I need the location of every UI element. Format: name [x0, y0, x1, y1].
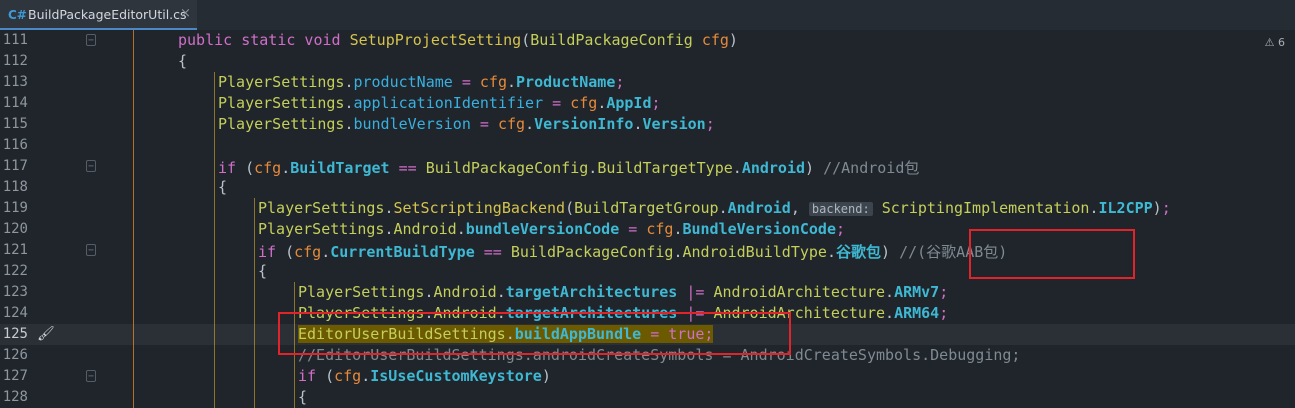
code-editor[interactable]: ⚠ 6 111 − public static void SetupProjec…: [0, 30, 1295, 408]
annotation-box: [278, 312, 791, 355]
code-text: {: [298, 388, 308, 406]
line-number: 116: [2, 137, 28, 153]
code-text: {: [258, 262, 268, 280]
inlay-hint: backend:: [808, 202, 873, 216]
line-number: 120: [2, 221, 28, 237]
code-text: public static void SetupProjectSetting(B…: [178, 31, 738, 49]
code-text: {: [218, 178, 228, 196]
code-line: 115 PlayerSettings.bundleVersion = cfg.V…: [0, 114, 1295, 135]
code-comment: //Android包: [823, 159, 920, 177]
code-text: PlayerSettings.Android.targetArchitectur…: [298, 283, 949, 301]
line-number: 113: [2, 74, 28, 90]
code-line: 118 {: [0, 177, 1295, 198]
code-line: 123 PlayerSettings.Android.targetArchite…: [0, 282, 1295, 303]
line-number: 119: [2, 200, 28, 216]
code-text: {: [178, 52, 188, 70]
csharp-file-icon: C#: [8, 8, 27, 22]
code-text: PlayerSettings.applicationIdentifier = c…: [218, 94, 661, 112]
code-text: if (cfg.BuildTarget == BuildPackageConfi…: [218, 159, 920, 177]
fold-icon[interactable]: −: [86, 34, 96, 46]
fold-icon[interactable]: −: [86, 160, 96, 172]
code-line: 113 PlayerSettings.productName = cfg.Pro…: [0, 72, 1295, 93]
code-line: 111 − public static void SetupProjectSet…: [0, 30, 1295, 51]
code-line: 112 {: [0, 51, 1295, 72]
line-number: 126: [2, 347, 28, 363]
line-number: 125: [2, 326, 28, 342]
code-line: 117 − if (cfg.BuildTarget == BuildPackag…: [0, 156, 1295, 177]
line-number: 112: [2, 53, 28, 69]
fold-icon[interactable]: −: [86, 244, 96, 256]
close-icon[interactable]: ×: [180, 6, 191, 21]
line-number: 111: [2, 32, 28, 48]
line-number: 117: [2, 158, 28, 174]
code-text: if (cfg.CurrentBuildType == BuildPackage…: [258, 243, 1008, 261]
annotation-box: [969, 229, 1135, 279]
file-tab-label: BuildPackageEditorUtil.cs: [28, 7, 187, 22]
line-number: 124: [2, 305, 28, 321]
line-number: 114: [2, 95, 28, 111]
fold-icon[interactable]: −: [86, 370, 96, 382]
code-line: 114 PlayerSettings.applicationIdentifier…: [0, 93, 1295, 114]
code-text: PlayerSettings.Android.bundleVersionCode…: [258, 220, 846, 238]
file-tab[interactable]: C# BuildPackageEditorUtil.cs ×: [0, 0, 197, 30]
code-line: 127 − if (cfg.IsUseCustomKeystore): [0, 366, 1295, 387]
code-line: 116: [0, 135, 1295, 156]
code-text: PlayerSettings.SetScriptingBackend(Build…: [258, 199, 1171, 217]
code-text: if (cfg.IsUseCustomKeystore): [298, 367, 551, 385]
brush-icon[interactable]: 🖌: [37, 326, 55, 342]
line-number: 122: [2, 263, 28, 279]
code-text: PlayerSettings.productName = cfg.Product…: [218, 73, 625, 91]
code-line: 119 PlayerSettings.SetScriptingBackend(B…: [0, 198, 1295, 219]
line-number: 115: [2, 116, 28, 132]
line-number: 127: [2, 368, 28, 384]
code-line: 128 {: [0, 387, 1295, 408]
line-number: 121: [2, 242, 28, 258]
editor-tab-bar: C# BuildPackageEditorUtil.cs ×: [0, 0, 1295, 31]
line-number: 123: [2, 284, 28, 300]
code-text: PlayerSettings.bundleVersion = cfg.Versi…: [218, 115, 715, 133]
line-number: 118: [2, 179, 28, 195]
line-number: 128: [2, 389, 28, 405]
